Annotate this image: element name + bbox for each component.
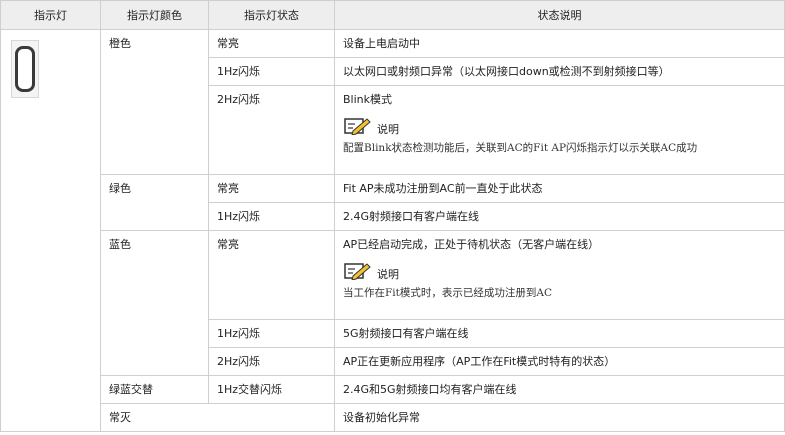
desc-cell: 设备上电启动中	[334, 29, 785, 58]
state-cell: 1Hz闪烁	[208, 202, 335, 231]
desc-cell: Fit AP未成功注册到AC前一直处于此状态	[334, 174, 785, 203]
desc-cell: Blink模式 说明 配置Blink状态检测功能后，关联到AC的Fit AP闪烁…	[334, 85, 785, 175]
note-header: 说明	[343, 115, 784, 137]
header-color: 指示灯颜色	[100, 0, 209, 30]
state-cell: 1Hz闪烁	[208, 319, 335, 348]
state-cell: 常亮	[208, 230, 335, 320]
desc-cell: AP正在更新应用程序（AP工作在Fit模式时特有的状态）	[334, 347, 785, 376]
desc-cell: AP已经启动完成，正处于待机状态（无客户端在线） 说明 当工作在Fit模式时，表…	[334, 230, 785, 320]
color-cell: 常灭	[100, 403, 335, 432]
desc-text: AP已经启动完成，正处于待机状态（无客户端在线）	[343, 238, 600, 251]
desc-cell: 设备初始化异常	[334, 403, 785, 432]
state-cell: 2Hz闪烁	[208, 347, 335, 376]
note-text: 配置Blink状态检测功能后，关联到AC的Fit AP闪烁指示灯以示关联AC成功	[343, 142, 698, 154]
state-cell: 1Hz交替闪烁	[208, 375, 335, 404]
color-cell: 绿蓝交替	[100, 375, 209, 404]
header-description: 状态说明	[334, 0, 785, 30]
note-pencil-icon	[344, 118, 371, 135]
state-cell: 常亮	[208, 29, 335, 58]
color-cell: 蓝色	[100, 230, 209, 376]
table-row: 蓝色 常亮 AP已经启动完成，正处于待机状态（无客户端在线） 说明 当工作在Fi…	[1, 230, 785, 376]
note-text: 当工作在Fit模式时，表示已经成功注册到AC	[343, 287, 552, 299]
color-cell: 橙色	[100, 29, 209, 175]
state-cell: 1Hz闪烁	[208, 57, 335, 86]
state-cell: 常亮	[208, 174, 335, 203]
state-cell: 2Hz闪烁	[208, 85, 335, 175]
desc-text: Blink模式	[343, 93, 393, 106]
note-pencil-icon	[344, 263, 371, 280]
desc-cell: 5G射频接口有客户端在线	[334, 319, 785, 348]
table-row: 常灭 设备初始化异常	[1, 403, 785, 432]
header-row: 指示灯 指示灯颜色 指示灯状态 状态说明	[0, 0, 785, 30]
indicator-table: 指示灯 指示灯颜色 指示灯状态 状态说明 橙色 常亮 设备上电启动中 1Hz闪烁…	[0, 0, 785, 432]
note-label: 说明	[377, 123, 399, 136]
color-cell: 绿色	[100, 174, 209, 231]
header-indicator: 指示灯	[0, 0, 101, 30]
note-label: 说明	[377, 268, 399, 281]
led-indicator-icon	[11, 40, 39, 98]
table-row: 绿色 常亮 Fit AP未成功注册到AC前一直处于此状态	[1, 174, 785, 231]
note-header: 说明	[343, 260, 784, 282]
desc-cell: 2.4G和5G射频接口均有客户端在线	[334, 375, 785, 404]
desc-cell: 2.4G射频接口有客户端在线	[334, 202, 785, 231]
desc-cell: 以太网口或射频口异常（以太网接口down或检测不到射频接口等）	[334, 57, 785, 86]
header-state: 指示灯状态	[208, 0, 335, 30]
indicator-cell	[0, 29, 101, 432]
table-row: 橙色 常亮 设备上电启动中	[0, 29, 785, 432]
table-row: 绿蓝交替 1Hz交替闪烁 2.4G和5G射频接口均有客户端在线	[1, 375, 785, 404]
